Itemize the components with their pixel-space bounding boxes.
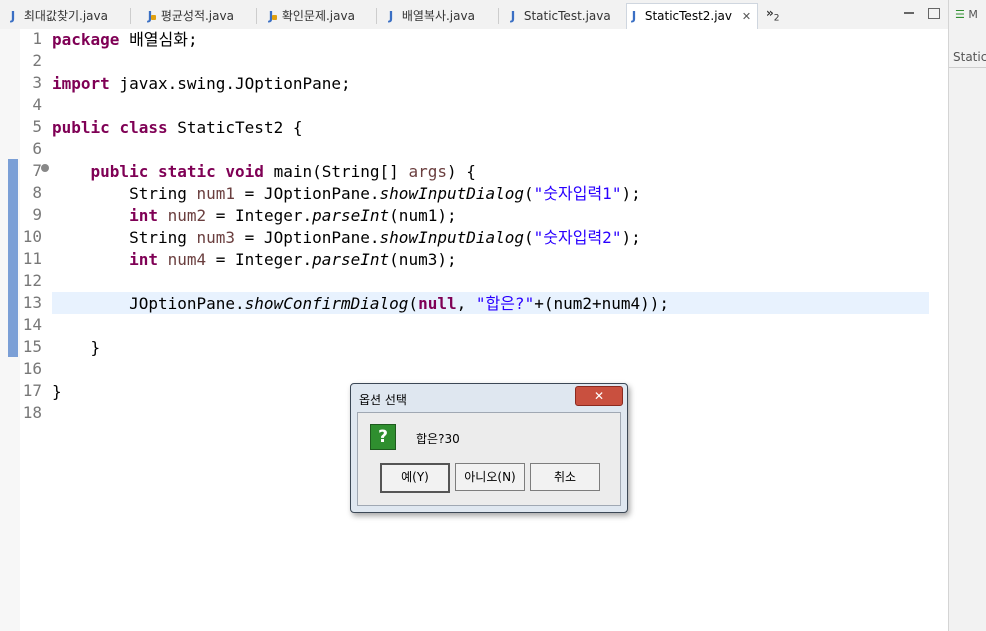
code-line-1: package 배열심화;: [52, 30, 198, 49]
option-dialog: 옵션 선택 ✕ ? 합은?30 예(Y) 아니오(N) 취소: [350, 383, 628, 513]
right-side-panel: ☰ M StaticT: [948, 0, 986, 631]
question-icon: ?: [370, 424, 396, 450]
dialog-close-button[interactable]: ✕: [575, 386, 623, 406]
line-number: 2: [32, 51, 42, 70]
cancel-button[interactable]: 취소: [530, 463, 600, 491]
tab-check-problem[interactable]: J 확인문제.java: [264, 4, 355, 28]
minimize-icon[interactable]: [904, 12, 914, 14]
line-number: 9: [32, 205, 42, 224]
line-number: 1: [32, 29, 42, 48]
code-line-9: int num2 = Integer.parseInt(num1);: [129, 206, 457, 225]
java-file-warning-icon: J: [143, 4, 157, 28]
line-number: 10: [22, 227, 42, 246]
code-line-8: String num1 = JOptionPane.showInputDialo…: [52, 184, 641, 203]
code-line-15: }: [52, 338, 101, 357]
overflow-count: 2: [773, 13, 780, 24]
java-file-icon: J: [10, 9, 16, 23]
line-number: 12: [22, 271, 42, 290]
fold-collapse-icon[interactable]: [41, 164, 49, 172]
tab-overflow-button[interactable]: »2: [766, 6, 780, 23]
overflow-icon: »: [766, 6, 774, 20]
tab-static-test[interactable]: J StaticTest.java: [506, 4, 611, 28]
tab-divider: [376, 8, 377, 24]
line-number: 4: [32, 95, 42, 114]
code-line-10: String num3 = JOptionPane.showInputDialo…: [52, 228, 641, 247]
line-number: 7: [32, 161, 42, 180]
tab-label: StaticTest2.jav: [644, 9, 733, 23]
tab-divider: [256, 8, 257, 24]
java-file-warning-icon: J: [264, 4, 278, 28]
code-editor[interactable]: 1 2 3 4 5 6 7 8 9 10 11 12 13 14 15 16 17 18 package 배열심화…: [0, 29, 948, 631]
line-number: 3: [32, 73, 42, 92]
outline-item[interactable]: StaticT: [953, 50, 986, 64]
tab-label: 확인문제.java: [281, 9, 355, 23]
yes-button[interactable]: 예(Y): [380, 463, 450, 493]
tab-label: 최대값찾기.java: [23, 9, 108, 23]
line-number: 5: [32, 117, 42, 136]
code-line-17: }: [52, 382, 62, 401]
tab-label: StaticTest.java: [523, 9, 611, 23]
code-line-7: public static void main(String[] args) {: [90, 162, 476, 181]
divider: [949, 67, 986, 68]
tab-label: 배열복사.java: [401, 9, 475, 23]
dialog-body: ? 합은?30 예(Y) 아니오(N) 취소: [357, 412, 621, 506]
tab-divider: [498, 8, 499, 24]
dialog-title: 옵션 선택: [359, 393, 407, 407]
outline-view-icon[interactable]: ☰ M: [955, 8, 978, 21]
code-line-11: int num4 = Integer.parseInt(num3);: [129, 250, 457, 269]
line-number: 13: [22, 293, 42, 312]
code-line-5: public class StaticTest2 {: [52, 118, 303, 137]
dialog-message: 합은?30: [416, 432, 460, 446]
tab-close-icon[interactable]: ✕: [742, 10, 751, 23]
line-number: 15: [22, 337, 42, 356]
line-number: 11: [22, 249, 42, 268]
line-number: 18: [22, 403, 42, 422]
java-file-icon: J: [631, 9, 637, 23]
line-number: 17: [22, 381, 42, 400]
close-icon: ✕: [593, 389, 605, 403]
outline-label: M: [968, 8, 978, 21]
editor-tab-bar: J 최대값찾기.java J 평균성적.java J 확인문제.java J 배…: [0, 0, 948, 30]
line-number: 14: [22, 315, 42, 334]
code-line-3: import javax.swing.JOptionPane;: [52, 74, 351, 93]
tab-divider: [130, 8, 131, 24]
code-line-13: JOptionPane.showConfirmDialog(null, "합은?…: [52, 294, 670, 313]
line-number: 16: [22, 359, 42, 378]
java-file-icon: J: [510, 9, 516, 23]
java-file-icon: J: [388, 9, 394, 23]
line-number: 8: [32, 183, 42, 202]
tab-static-test2[interactable]: J StaticTest2.jav ✕: [626, 3, 759, 30]
line-number: 6: [32, 139, 42, 158]
tab-average-grade[interactable]: J 평균성적.java: [143, 4, 234, 28]
maximize-icon[interactable]: [928, 8, 940, 19]
tab-max-value[interactable]: J 최대값찾기.java: [6, 4, 108, 28]
tab-label: 평균성적.java: [160, 9, 234, 23]
no-button[interactable]: 아니오(N): [455, 463, 525, 491]
change-marker: [8, 159, 18, 357]
tab-array-copy[interactable]: J 배열복사.java: [384, 4, 475, 28]
